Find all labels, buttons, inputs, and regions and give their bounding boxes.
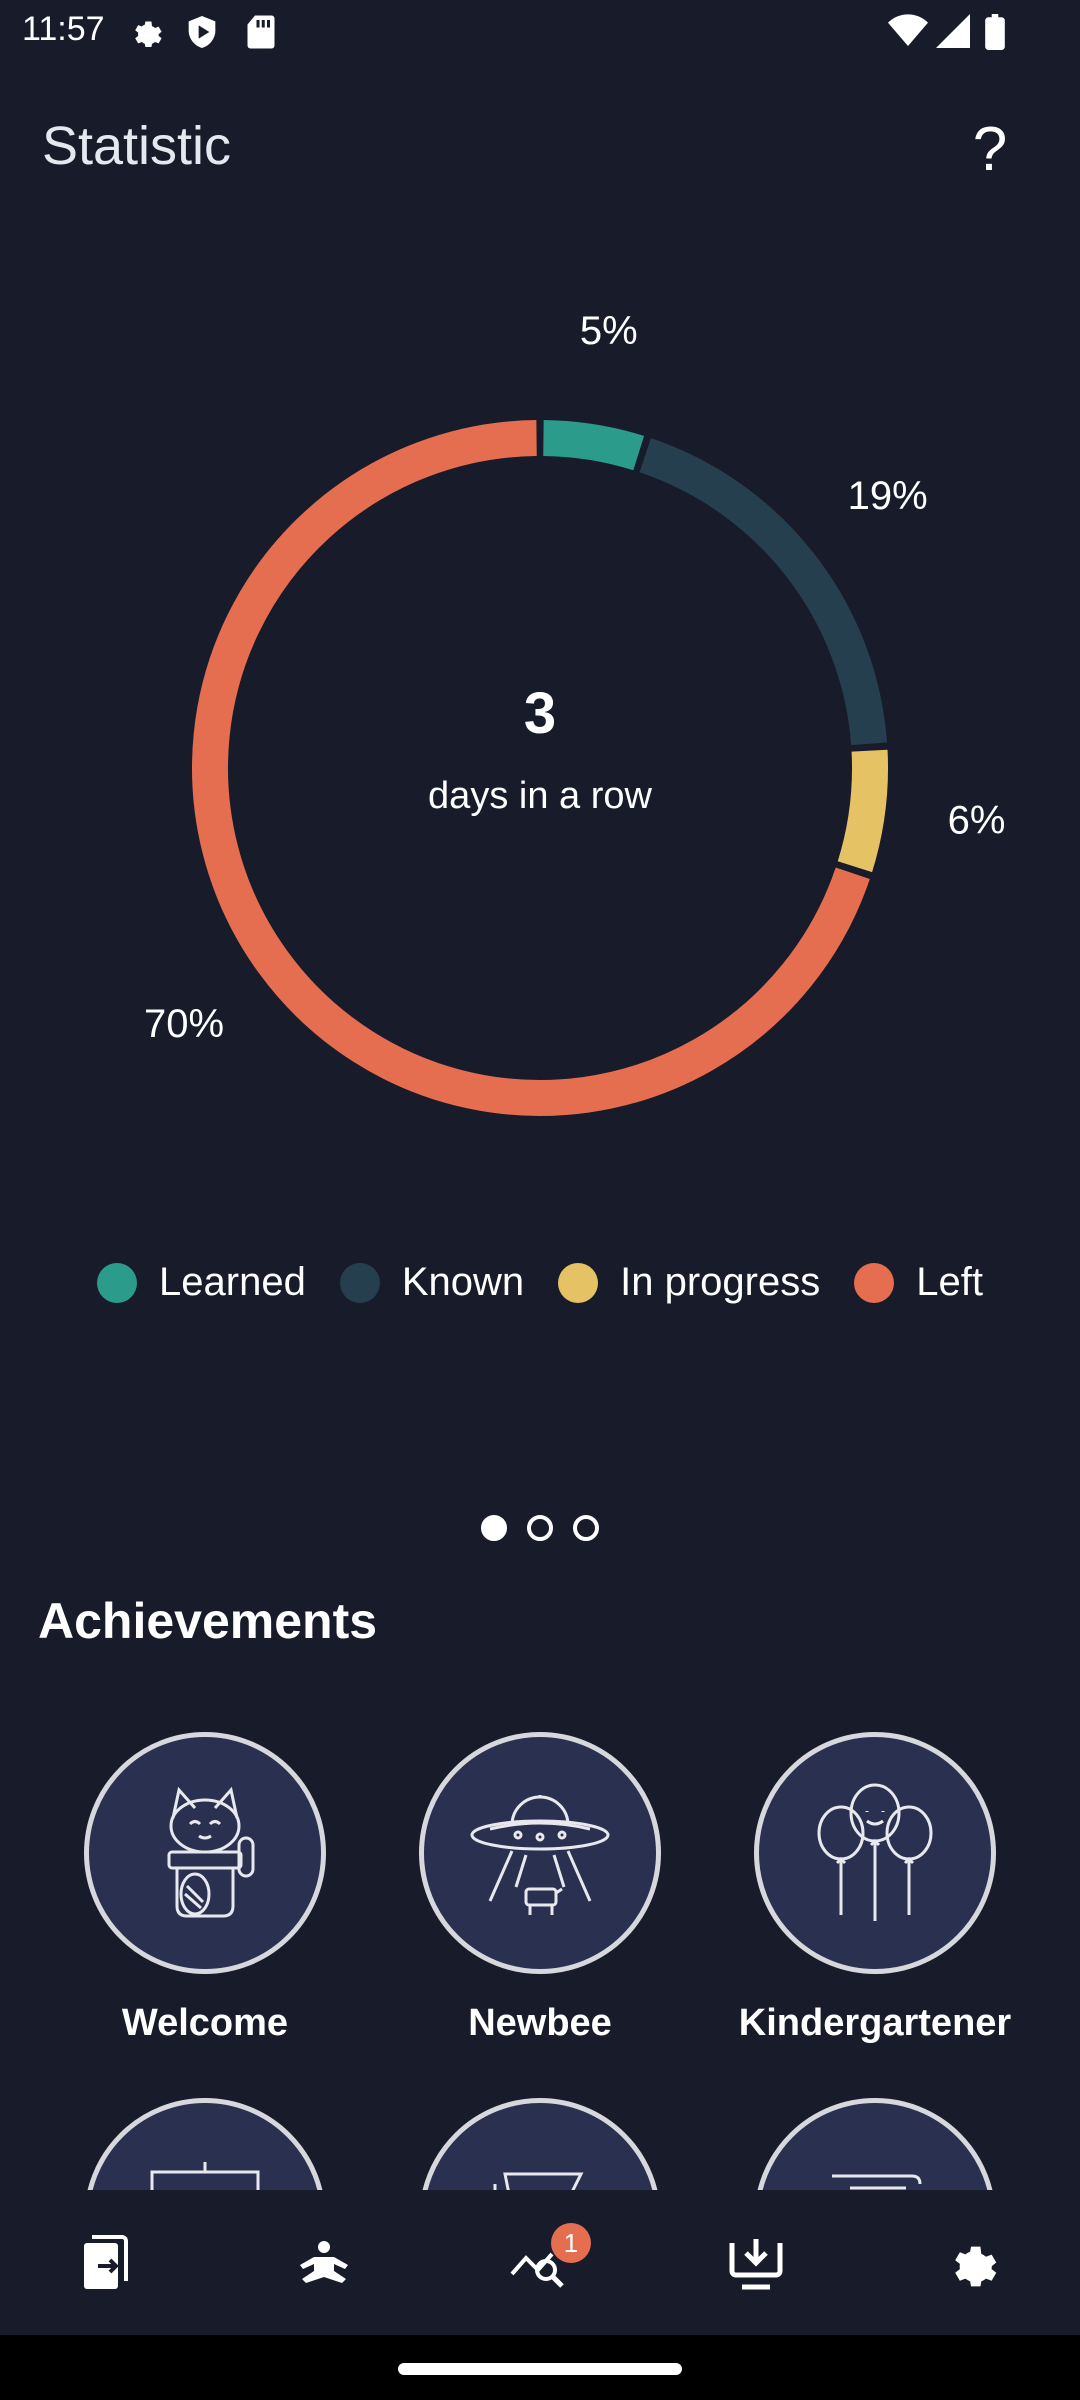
achievement-label: Newbee xyxy=(468,2002,612,2044)
achievement-badge xyxy=(419,1732,661,1974)
achievement-badge xyxy=(84,1732,326,1974)
notification-count: 1 xyxy=(563,2228,579,2258)
meditation-icon xyxy=(300,2240,348,2283)
nav-cards[interactable] xyxy=(0,2190,216,2335)
legend-dot-learned xyxy=(97,1262,138,1303)
achievements-grid: Welcome Newbee Kindergartener xyxy=(0,1732,1080,2190)
streak-label: days in a row xyxy=(428,775,652,817)
play-protect-icon xyxy=(186,14,218,55)
battery-icon xyxy=(984,14,1006,55)
page-dot-3[interactable] xyxy=(573,1515,599,1541)
desk-icon xyxy=(493,2172,584,2190)
achievement-board[interactable] xyxy=(40,2098,370,2190)
legend-item-left: Left xyxy=(854,1260,983,1305)
help-button[interactable]: ? xyxy=(960,110,1020,190)
nav-settings[interactable] xyxy=(864,2190,1080,2335)
sd-card-icon xyxy=(246,14,276,55)
page-indicator xyxy=(0,1515,1080,1541)
balloons-icon xyxy=(817,1783,933,1921)
page-dot-1[interactable] xyxy=(481,1515,507,1541)
legend-label: In progress xyxy=(620,1260,821,1304)
achievement-badge xyxy=(419,2098,661,2190)
download-icon xyxy=(729,2238,783,2289)
achievements-title: Achievements xyxy=(38,1593,378,1649)
page-dot-2[interactable] xyxy=(527,1515,553,1541)
donut-label-learned: 5% xyxy=(580,309,638,353)
gear-status-icon xyxy=(128,14,164,55)
streak-value: 3 xyxy=(523,681,557,746)
achievement-kindergartener[interactable]: Kindergartener xyxy=(710,1732,1040,2045)
status-time: 11:57 xyxy=(22,10,105,48)
achievement-welcome[interactable]: Welcome xyxy=(40,1732,370,2045)
legend-item-in-progress: In progress xyxy=(558,1260,820,1305)
nav-download[interactable] xyxy=(648,2190,864,2335)
cards-icon xyxy=(84,2234,128,2289)
legend-item-known: Known xyxy=(339,1260,525,1305)
nav-statistics[interactable]: 1 xyxy=(432,2190,648,2335)
achievement-badge xyxy=(754,1732,996,1974)
legend-dot-left xyxy=(854,1262,895,1303)
legend-label: Known xyxy=(401,1260,525,1304)
ufo-icon xyxy=(470,1795,610,1915)
donut-label-known: 19% xyxy=(848,474,928,518)
status-bar: 11:57 xyxy=(0,0,1080,64)
achievement-document[interactable] xyxy=(710,2098,1040,2190)
donut-label-left: 70% xyxy=(144,1002,224,1046)
legend-label: Learned xyxy=(159,1260,306,1304)
board-icon xyxy=(150,2162,260,2190)
page-title: Statistic xyxy=(42,116,232,176)
wifi-icon xyxy=(888,14,928,53)
achievement-desk[interactable] xyxy=(375,2098,705,2190)
achievement-label: Welcome xyxy=(121,2002,289,2044)
bottom-navigation: 1 xyxy=(0,2190,1080,2335)
legend-dot-known xyxy=(339,1262,380,1303)
signal-icon xyxy=(936,14,970,53)
achievement-badge xyxy=(754,2098,996,2190)
legend-dot-in-progress xyxy=(558,1262,599,1303)
chart-legend: Learned Known In progress Left xyxy=(0,1260,1080,1305)
legend-item-learned: Learned xyxy=(97,1260,306,1305)
settings-icon xyxy=(955,2246,997,2286)
lucky-cat-icon xyxy=(167,1786,255,1918)
home-handle[interactable] xyxy=(398,2363,682,2375)
nav-meditation[interactable] xyxy=(216,2190,432,2335)
document-icon xyxy=(832,2174,922,2190)
donut-segment-learned xyxy=(542,420,645,471)
legend-label: Left xyxy=(916,1260,983,1304)
achievement-newbee[interactable]: Newbee xyxy=(375,1732,705,2045)
achievement-badge xyxy=(84,2098,326,2190)
achievement-label: Kindergartener xyxy=(738,2002,1012,2044)
